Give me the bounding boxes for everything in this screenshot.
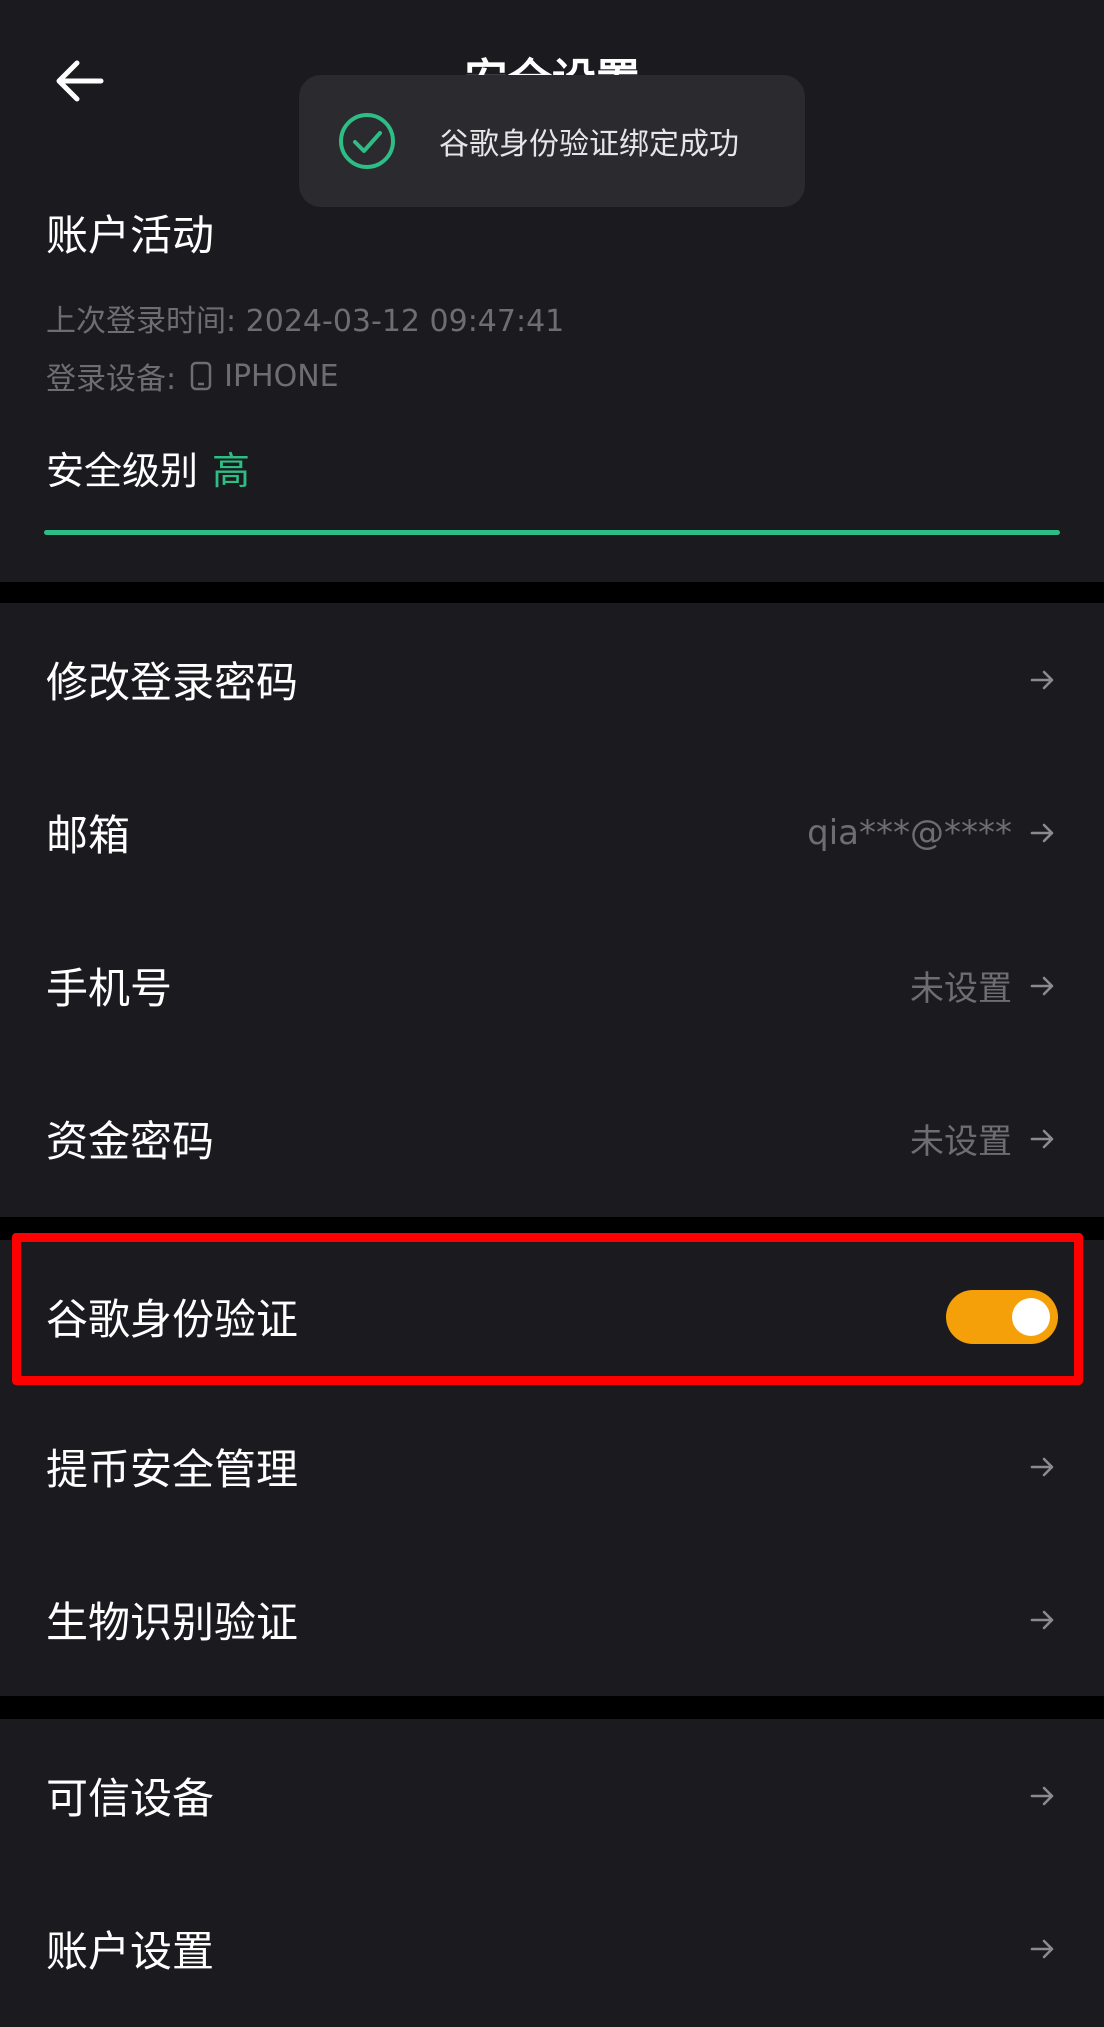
row-label: 账户设置 (46, 1927, 215, 1976)
fund-password-value: 未设置 (910, 1122, 1012, 1162)
arrow-right-icon (1028, 1781, 1058, 1811)
change-login-password-row[interactable]: 修改登录密码 (0, 603, 1104, 756)
security-level-label: 安全级别 (46, 449, 199, 493)
security-level: 安全级别高 (46, 440, 250, 495)
check-circle-icon (339, 113, 395, 169)
security-level-bar (44, 530, 1060, 535)
fund-password-row[interactable]: 资金密码 未设置 (0, 1062, 1104, 1215)
arrow-right-icon (1028, 1605, 1058, 1635)
arrow-right-icon (1028, 1452, 1058, 1482)
phone-number-row[interactable]: 手机号 未设置 (0, 909, 1104, 1062)
trusted-devices-row[interactable]: 可信设备 (0, 1719, 1104, 1872)
login-device-label: 登录设备: (46, 362, 177, 397)
arrow-right-icon (1028, 1934, 1058, 1964)
phone-value: 未设置 (910, 969, 1012, 1009)
toggle-knob (1012, 1297, 1050, 1336)
row-label: 提币安全管理 (46, 1445, 299, 1494)
arrow-right-icon (1028, 665, 1058, 695)
google-authenticator-row: 谷歌身份验证 (0, 1240, 1104, 1393)
arrow-right-icon (1028, 1124, 1058, 1154)
row-label: 资金密码 (46, 1117, 215, 1166)
account-activity-title: 账户活动 (46, 211, 215, 260)
row-label: 生物识别验证 (46, 1598, 299, 1647)
arrow-right-icon (1028, 818, 1058, 848)
settings-group-1: 修改登录密码 邮箱 qia***@**** 手机号 未设置 资金密码 未设置 (0, 603, 1104, 1217)
security-level-value: 高 (212, 449, 251, 493)
email-value: qia***@**** (807, 812, 1012, 853)
phone-icon (190, 361, 212, 391)
success-toast: 谷歌身份验证绑定成功 (299, 75, 805, 207)
arrow-right-icon (1028, 971, 1058, 1001)
last-login-time: 上次登录时间: 2024-03-12 09:47:41 (46, 304, 565, 339)
withdrawal-security-row[interactable]: 提币安全管理 (0, 1390, 1104, 1543)
email-row[interactable]: 邮箱 qia***@**** (0, 756, 1104, 909)
toast-message: 谷歌身份验证绑定成功 (439, 127, 739, 162)
account-settings-row[interactable]: 账户设置 (0, 1872, 1104, 2025)
row-label: 修改登录密码 (46, 658, 299, 707)
row-label: 谷歌身份验证 (46, 1295, 299, 1344)
row-label: 手机号 (46, 964, 173, 1013)
login-device-name: IPHONE (224, 358, 339, 394)
row-label: 可信设备 (46, 1774, 215, 1823)
google-authenticator-toggle[interactable] (946, 1289, 1058, 1344)
settings-group-3: 可信设备 账户设置 (0, 1719, 1104, 2027)
settings-group-2: 谷歌身份验证 提币安全管理 生物识别验证 (0, 1240, 1104, 1696)
login-device: 登录设备: IPHONE (46, 354, 339, 398)
row-label: 邮箱 (46, 811, 131, 860)
biometric-verification-row[interactable]: 生物识别验证 (0, 1543, 1104, 1696)
